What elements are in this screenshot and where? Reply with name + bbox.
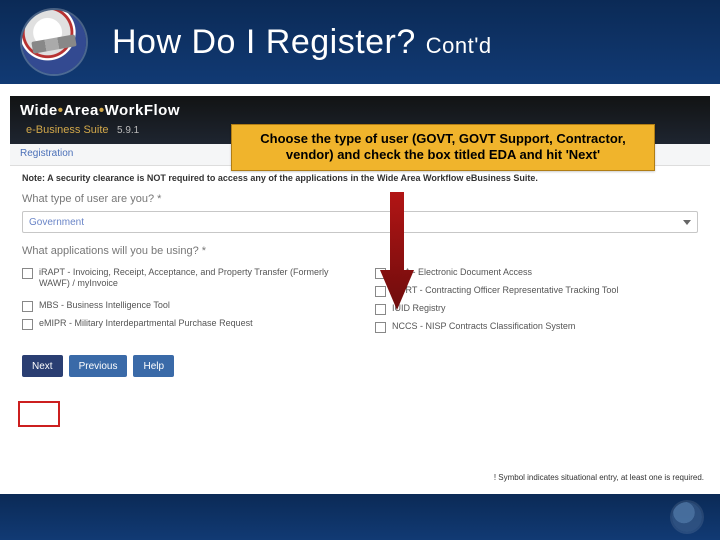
previous-button[interactable]: Previous — [69, 355, 128, 377]
help-button-label: Help — [143, 361, 164, 372]
app-brand: Wide•Area•WorkFlow e-Business Suite 5.9.… — [20, 102, 180, 138]
app-label: eMIPR - Military Interdepartmental Purch… — [39, 318, 253, 329]
checkbox-icon[interactable] — [375, 304, 386, 315]
brand-prefix: Wide — [20, 102, 58, 119]
brand-suffix: WorkFlow — [105, 102, 180, 119]
app-label: CORT - Contracting Officer Representativ… — [392, 285, 618, 296]
agency-seal-icon — [22, 10, 86, 74]
app-label: iRAPT - Invoicing, Receipt, Acceptance, … — [39, 267, 345, 290]
app-checkbox-nccs[interactable]: NCCS - NISP Contracts Classification Sys… — [375, 321, 698, 333]
app-label: MBS - Business Intelligence Tool — [39, 300, 170, 311]
slide-title-sub: Cont'd — [426, 33, 492, 58]
slide-footer-band — [0, 494, 720, 540]
brand-mid: Area — [63, 102, 98, 119]
slide: How Do I Register? Cont'd Wide•Area•Work… — [0, 0, 720, 540]
slide-title-main: How Do I Register? — [112, 23, 426, 61]
checkbox-icon[interactable] — [22, 301, 33, 312]
app-label: NCCS - NISP Contracts Classification Sys… — [392, 321, 575, 332]
applications-section: What applications will you be using? * i… — [10, 239, 710, 345]
applications-label: What applications will you be using? * — [22, 245, 698, 257]
slide-title: How Do I Register? Cont'd — [112, 23, 492, 62]
instruction-callout: Choose the type of user (GOVT, GOVT Supp… — [231, 124, 655, 171]
app-checkbox-emipr[interactable]: eMIPR - Military Interdepartmental Purch… — [22, 318, 345, 330]
app-label: EDA - Electronic Document Access — [392, 267, 532, 278]
footnote-text: ! Symbol indicates situational entry, at… — [494, 473, 704, 482]
app-version: 5.9.1 — [117, 125, 139, 136]
button-bar: Next Previous Help — [10, 345, 710, 377]
callout-text: Choose the type of user (GOVT, GOVT Supp… — [260, 131, 625, 162]
app-checkbox-eda[interactable]: EDA - Electronic Document Access — [375, 267, 698, 279]
user-type-value: Government — [29, 217, 84, 228]
apps-col-right: EDA - Electronic Document Access CORT - … — [375, 267, 698, 333]
user-type-select[interactable]: Government — [22, 211, 698, 233]
note-text: Note: A security clearance is NOT requir… — [22, 173, 538, 183]
applications-grid: iRAPT - Invoicing, Receipt, Acceptance, … — [22, 263, 698, 339]
app-checkbox-iuid[interactable]: IUID Registry — [375, 303, 698, 315]
user-type-label: What type of user are you? * — [22, 193, 698, 205]
checkbox-icon[interactable] — [22, 319, 33, 330]
footer-seal-icon — [672, 502, 702, 532]
app-checkbox-mbs[interactable]: MBS - Business Intelligence Tool — [22, 300, 345, 312]
next-button[interactable]: Next — [22, 355, 63, 377]
chevron-down-icon — [683, 220, 691, 225]
app-checkbox-cort[interactable]: CORT - Contracting Officer Representativ… — [375, 285, 698, 297]
breadcrumb-text: Registration — [20, 148, 73, 159]
checkbox-icon[interactable] — [375, 286, 386, 297]
next-button-label: Next — [32, 361, 53, 372]
checkbox-icon[interactable] — [22, 268, 33, 279]
app-checkbox-irapt[interactable]: iRAPT - Invoicing, Receipt, Acceptance, … — [22, 267, 345, 290]
user-type-section: What type of user are you? * Government — [10, 187, 710, 239]
previous-button-label: Previous — [79, 361, 118, 372]
help-button[interactable]: Help — [133, 355, 174, 377]
footnote: ! Symbol indicates situational entry, at… — [494, 473, 704, 482]
slide-header-band: How Do I Register? Cont'd — [0, 0, 720, 84]
checkbox-icon[interactable] — [375, 268, 386, 279]
app-label: IUID Registry — [392, 303, 446, 314]
checkbox-icon[interactable] — [375, 322, 386, 333]
apps-col-left: iRAPT - Invoicing, Receipt, Acceptance, … — [22, 267, 345, 333]
app-subbrand: e-Business Suite — [26, 124, 109, 136]
